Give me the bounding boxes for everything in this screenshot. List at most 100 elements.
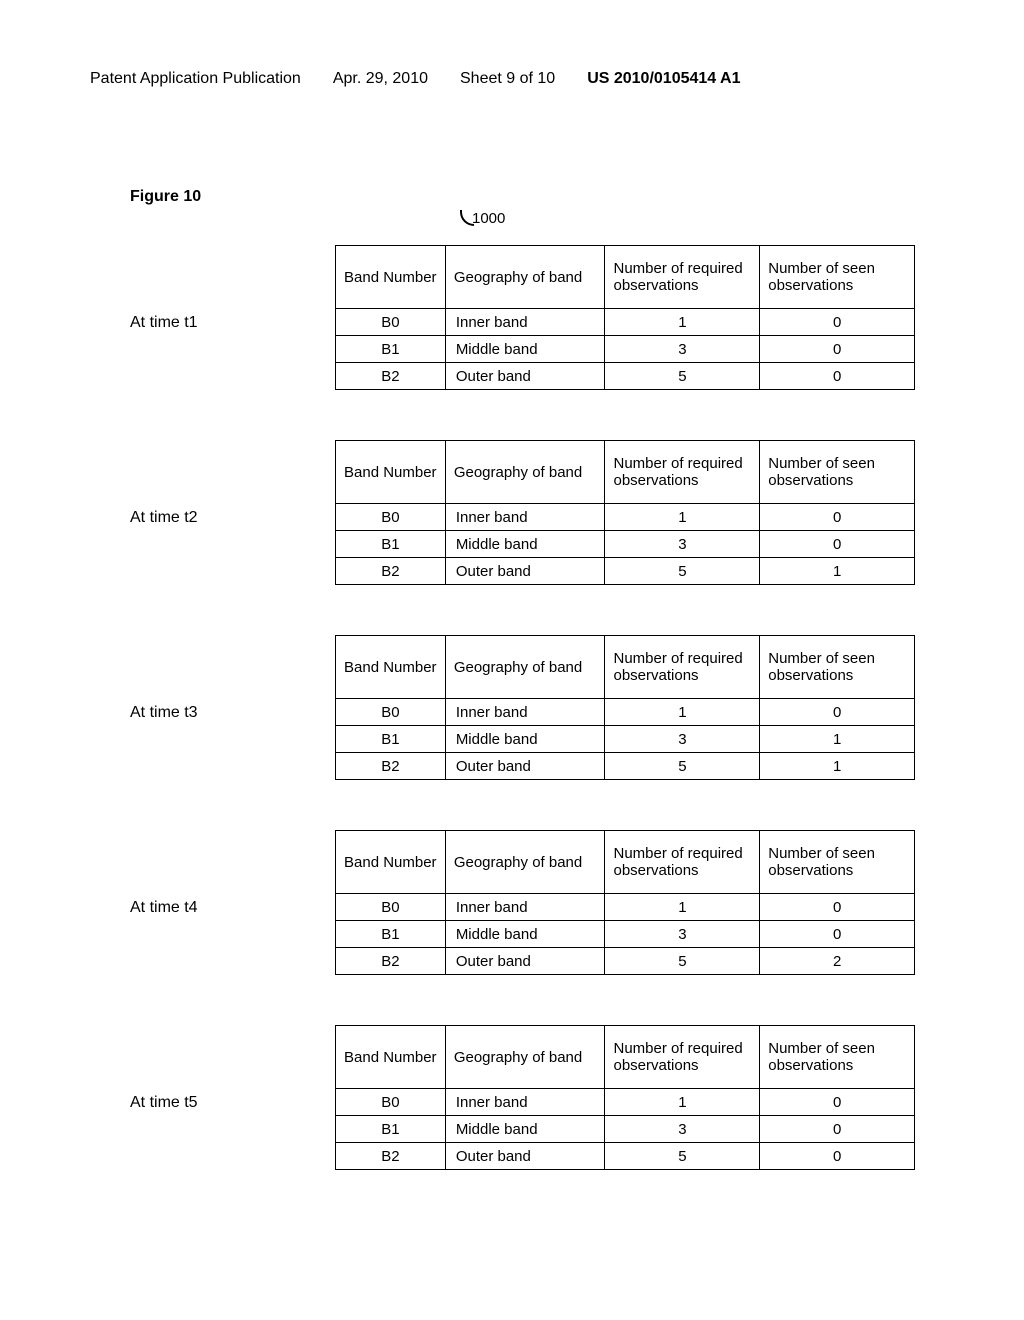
table-row: B0 Inner band 1 0 (336, 309, 915, 336)
col-geo: Geography of band (445, 1026, 605, 1089)
table-block-t3: At time t3 Band Number Geography of band… (90, 635, 934, 780)
col-geo: Geography of band (445, 636, 605, 699)
table-header-row: Band Number Geography of band Number of … (336, 441, 915, 504)
cell-geo: Inner band (445, 894, 605, 921)
cell-seen: 0 (760, 504, 915, 531)
cell-band: B2 (336, 363, 446, 390)
cell-band: B0 (336, 1089, 446, 1116)
cell-geo: Middle band (445, 336, 605, 363)
table-header-row: Band Number Geography of band Number of … (336, 636, 915, 699)
col-seen: Number of seen observations (760, 1026, 915, 1089)
sheet-num: Sheet 9 of 10 (460, 70, 555, 88)
table-row: B2 Outer band 5 0 (336, 363, 915, 390)
cell-seen: 0 (760, 336, 915, 363)
cell-geo: Outer band (445, 558, 605, 585)
cell-band: B0 (336, 504, 446, 531)
cell-req: 1 (605, 504, 760, 531)
cell-seen: 1 (760, 726, 915, 753)
cell-band: B1 (336, 1116, 446, 1143)
cell-geo: Outer band (445, 1143, 605, 1170)
observation-table: Band Number Geography of band Number of … (335, 245, 915, 390)
col-seen: Number of seen observations (760, 441, 915, 504)
observation-table: Band Number Geography of band Number of … (335, 1025, 915, 1170)
col-req: Number of required observations (605, 831, 760, 894)
pub-number: US 2010/0105414 A1 (587, 70, 740, 88)
table-row: B2 Outer band 5 0 (336, 1143, 915, 1170)
cell-seen: 0 (760, 894, 915, 921)
cell-geo: Middle band (445, 921, 605, 948)
cell-req: 5 (605, 558, 760, 585)
cell-geo: Inner band (445, 309, 605, 336)
cell-band: B0 (336, 309, 446, 336)
page: Patent Application Publication Apr. 29, … (0, 0, 1024, 1210)
cell-band: B2 (336, 753, 446, 780)
cell-seen: 0 (760, 309, 915, 336)
cell-geo: Outer band (445, 753, 605, 780)
cell-req: 5 (605, 1143, 760, 1170)
col-geo: Geography of band (445, 441, 605, 504)
cell-band: B1 (336, 531, 446, 558)
observation-table: Band Number Geography of band Number of … (335, 635, 915, 780)
cell-band: B2 (336, 1143, 446, 1170)
time-label: At time t4 (90, 889, 335, 917)
cell-req: 1 (605, 699, 760, 726)
doc-header: Patent Application Publication Apr. 29, … (90, 70, 934, 88)
cell-band: B1 (336, 336, 446, 363)
cell-req: 3 (605, 336, 760, 363)
cell-seen: 0 (760, 699, 915, 726)
cell-req: 3 (605, 726, 760, 753)
observation-table: Band Number Geography of band Number of … (335, 440, 915, 585)
table-row: B0 Inner band 1 0 (336, 894, 915, 921)
table-block-t1: At time t1 Band Number Geography of band… (90, 245, 934, 390)
cell-seen: 0 (760, 531, 915, 558)
time-label: At time t2 (90, 499, 335, 527)
time-label: At time t5 (90, 1084, 335, 1112)
col-req: Number of required observations (605, 1026, 760, 1089)
table-row: B0 Inner band 1 0 (336, 699, 915, 726)
col-band: Band Number (336, 441, 446, 504)
cell-req: 5 (605, 948, 760, 975)
pub-date: Apr. 29, 2010 (333, 70, 428, 88)
cell-req: 5 (605, 363, 760, 390)
cell-geo: Outer band (445, 948, 605, 975)
col-band: Band Number (336, 246, 446, 309)
table-row: B2 Outer band 5 1 (336, 558, 915, 585)
cell-req: 3 (605, 531, 760, 558)
table-header-row: Band Number Geography of band Number of … (336, 1026, 915, 1089)
pub-title: Patent Application Publication (90, 70, 301, 88)
cell-geo: Middle band (445, 1116, 605, 1143)
cell-req: 1 (605, 894, 760, 921)
reference-value: 1000 (472, 210, 505, 227)
cell-req: 1 (605, 1089, 760, 1116)
table-row: B1 Middle band 3 0 (336, 336, 915, 363)
table-block-t5: At time t5 Band Number Geography of band… (90, 1025, 934, 1170)
table-row: B1 Middle band 3 0 (336, 921, 915, 948)
cell-req: 3 (605, 921, 760, 948)
cell-seen: 0 (760, 1116, 915, 1143)
cell-seen: 0 (760, 1143, 915, 1170)
cell-geo: Inner band (445, 1089, 605, 1116)
cell-band: B1 (336, 726, 446, 753)
cell-seen: 0 (760, 1089, 915, 1116)
table-row: B0 Inner band 1 0 (336, 504, 915, 531)
col-seen: Number of seen observations (760, 636, 915, 699)
cell-geo: Inner band (445, 504, 605, 531)
table-row: B2 Outer band 5 1 (336, 753, 915, 780)
table-header-row: Band Number Geography of band Number of … (336, 831, 915, 894)
cell-geo: Outer band (445, 363, 605, 390)
col-req: Number of required observations (605, 441, 760, 504)
time-label: At time t3 (90, 694, 335, 722)
table-row: B2 Outer band 5 2 (336, 948, 915, 975)
table-row: B1 Middle band 3 1 (336, 726, 915, 753)
col-band: Band Number (336, 1026, 446, 1089)
col-seen: Number of seen observations (760, 831, 915, 894)
col-req: Number of required observations (605, 636, 760, 699)
cell-req: 5 (605, 753, 760, 780)
col-seen: Number of seen observations (760, 246, 915, 309)
cell-seen: 1 (760, 558, 915, 585)
cell-seen: 0 (760, 363, 915, 390)
table-row: B1 Middle band 3 0 (336, 531, 915, 558)
cell-band: B0 (336, 894, 446, 921)
time-label: At time t1 (90, 304, 335, 332)
cell-band: B2 (336, 558, 446, 585)
